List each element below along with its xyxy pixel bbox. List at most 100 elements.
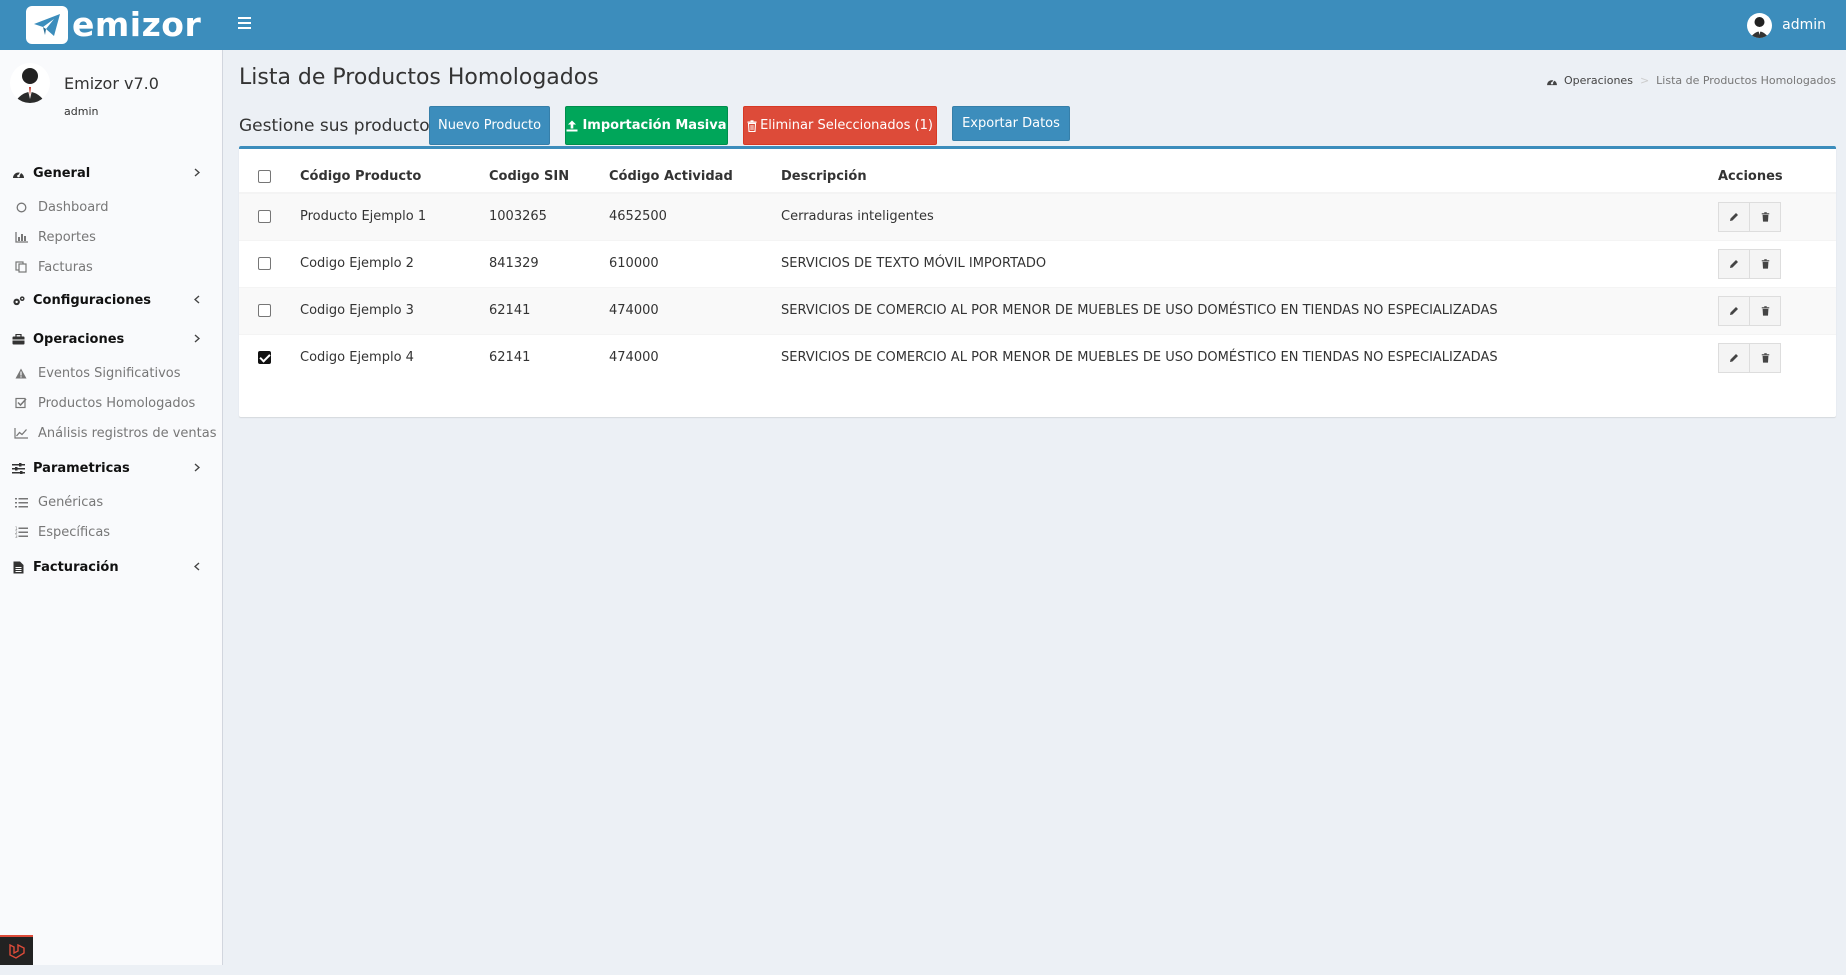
column-header[interactable]: Código Actividad [609, 161, 781, 194]
bar-chart-icon [14, 231, 28, 243]
cell-sin: 62141 [489, 286, 609, 334]
sidebar-item-label: Genéricas [38, 494, 104, 510]
dashboard-icon [12, 167, 25, 180]
trash-icon [747, 119, 757, 132]
sidebar-item-label: Análisis registros de ventas [38, 425, 217, 441]
row-select-cell [239, 286, 300, 334]
sidebar-item-label: Facturas [38, 259, 93, 275]
row-select-cell [239, 333, 300, 381]
row-actions [1718, 295, 1781, 326]
copy-icon [14, 261, 28, 273]
sidebar-section-operaciones[interactable]: Operaciones [0, 321, 222, 358]
sidebar-item-analisis-ventas[interactable]: Análisis registros de ventas [0, 418, 222, 448]
chevron-left-icon [193, 561, 200, 574]
sidebar-section-label: General [33, 166, 91, 181]
row-checkbox[interactable] [258, 351, 271, 365]
row-actions [1718, 248, 1781, 279]
delete-button[interactable] [1749, 295, 1781, 326]
breadcrumb-home-link[interactable]: Operaciones [1564, 74, 1633, 87]
warning-icon [14, 368, 28, 379]
breadcrumb: Operaciones > Lista de Productos Homolog… [1546, 74, 1836, 87]
export-button[interactable]: Exportar Datos [952, 106, 1070, 141]
cell-codigo: Codigo Ejemplo 4 [300, 333, 489, 381]
brand-logo[interactable]: emizor [26, 5, 201, 45]
page-title: Lista de Productos Homologados [239, 65, 599, 90]
brand-name: emizor [72, 5, 202, 44]
sidebar-item-facturas[interactable]: Facturas [0, 252, 222, 282]
sidebar-item-label: Reportes [38, 229, 96, 245]
chevron-left-icon [193, 294, 200, 307]
pencil-icon [1730, 353, 1738, 362]
cell-descripcion: SERVICIOS DE COMERCIO AL POR MENOR DE MU… [781, 286, 1718, 334]
cell-actividad: 4652500 [609, 192, 781, 240]
breadcrumb-separator: > [1639, 74, 1650, 87]
cell-actividad: 610000 [609, 239, 781, 287]
cell-acciones [1718, 333, 1836, 381]
row-select-cell [239, 192, 300, 240]
sidebar-item-eventos-significativos[interactable]: Eventos Significativos [0, 358, 222, 388]
row-checkbox[interactable] [258, 257, 271, 270]
delete-button[interactable] [1749, 248, 1781, 279]
delete-selected-button[interactable]: Eliminar Seleccionados (1) [743, 106, 937, 145]
user-role: admin [64, 105, 99, 118]
user-name: admin [1782, 17, 1826, 33]
sidebar-section-parametricas[interactable]: Parametricas [0, 450, 222, 487]
products-table: Código Producto Codigo SIN Código Activi… [239, 161, 1836, 381]
sidebar-toggle-icon[interactable] [238, 17, 252, 33]
cell-sin: 1003265 [489, 192, 609, 240]
user-menu[interactable]: admin [1747, 0, 1846, 50]
list-ol-icon: 123 [14, 526, 28, 538]
sliders-icon [12, 462, 25, 475]
cell-descripcion: Cerraduras inteligentes [781, 192, 1718, 240]
delete-button[interactable] [1749, 201, 1781, 232]
export-label: Exportar Datos [962, 116, 1060, 131]
cell-sin: 62141 [489, 333, 609, 381]
laravel-debugbar-icon[interactable] [0, 935, 33, 965]
delete-button[interactable] [1749, 342, 1781, 373]
sidebar-item-dashboard[interactable]: Dashboard [0, 192, 222, 222]
new-product-button[interactable]: Nuevo Producto [429, 106, 550, 145]
edit-button[interactable] [1718, 248, 1750, 279]
sidebar-item-genericas[interactable]: Genéricas [0, 487, 222, 517]
user-panel: Emizor v7.0 admin [0, 50, 222, 130]
row-checkbox[interactable] [258, 304, 271, 317]
products-box: Código Producto Codigo SIN Código Activi… [239, 146, 1836, 417]
sidebar: Emizor v7.0 admin General Dashboard Repo… [0, 50, 223, 965]
briefcase-icon [12, 333, 25, 346]
row-actions [1718, 342, 1781, 373]
chevron-right-icon [194, 167, 201, 180]
delete-selected-label: Eliminar Seleccionados (1) [760, 118, 933, 133]
sidebar-section-label: Configuraciones [33, 293, 152, 308]
edit-button[interactable] [1718, 201, 1750, 232]
cell-sin: 841329 [489, 239, 609, 287]
row-checkbox[interactable] [258, 210, 271, 224]
sidebar-section-label: Facturación [33, 560, 119, 575]
sidebar-item-reportes[interactable]: Reportes [0, 222, 222, 252]
column-header[interactable]: Codigo SIN [489, 161, 609, 194]
edit-button[interactable] [1718, 342, 1750, 373]
sidebar-section-configuraciones[interactable]: Configuraciones [0, 282, 222, 319]
top-navbar: emizor admin [0, 0, 1846, 50]
sidebar-section-facturacion[interactable]: Facturación [0, 549, 222, 586]
row-select-cell [239, 239, 300, 287]
cell-descripcion: SERVICIOS DE TEXTO MÓVIL IMPORTADO [781, 239, 1718, 287]
cell-acciones [1718, 192, 1836, 240]
sidebar-item-especificas[interactable]: 123 Específicas [0, 517, 222, 547]
column-header[interactable]: Descripción [781, 161, 1718, 194]
sidebar-item-productos-homologados[interactable]: Productos Homologados [0, 388, 222, 418]
sidebar-section-label: Operaciones [33, 332, 125, 347]
edit-button[interactable] [1718, 295, 1750, 326]
select-all-checkbox[interactable] [258, 170, 271, 183]
sidebar-section-label: Parametricas [33, 461, 130, 476]
column-header[interactable]: Código Producto [300, 161, 489, 194]
cogs-icon [12, 294, 25, 307]
cell-acciones [1718, 239, 1836, 287]
import-label: Importación Masiva [582, 118, 727, 133]
import-button[interactable]: Importación Masiva [565, 106, 728, 145]
trash-icon [1761, 353, 1769, 363]
column-header: Acciones [1718, 161, 1836, 194]
page-subtitle: Gestione sus productos [239, 116, 439, 136]
pencil-icon [1730, 306, 1738, 315]
trash-icon [1761, 258, 1769, 269]
sidebar-section-general[interactable]: General [0, 155, 222, 192]
